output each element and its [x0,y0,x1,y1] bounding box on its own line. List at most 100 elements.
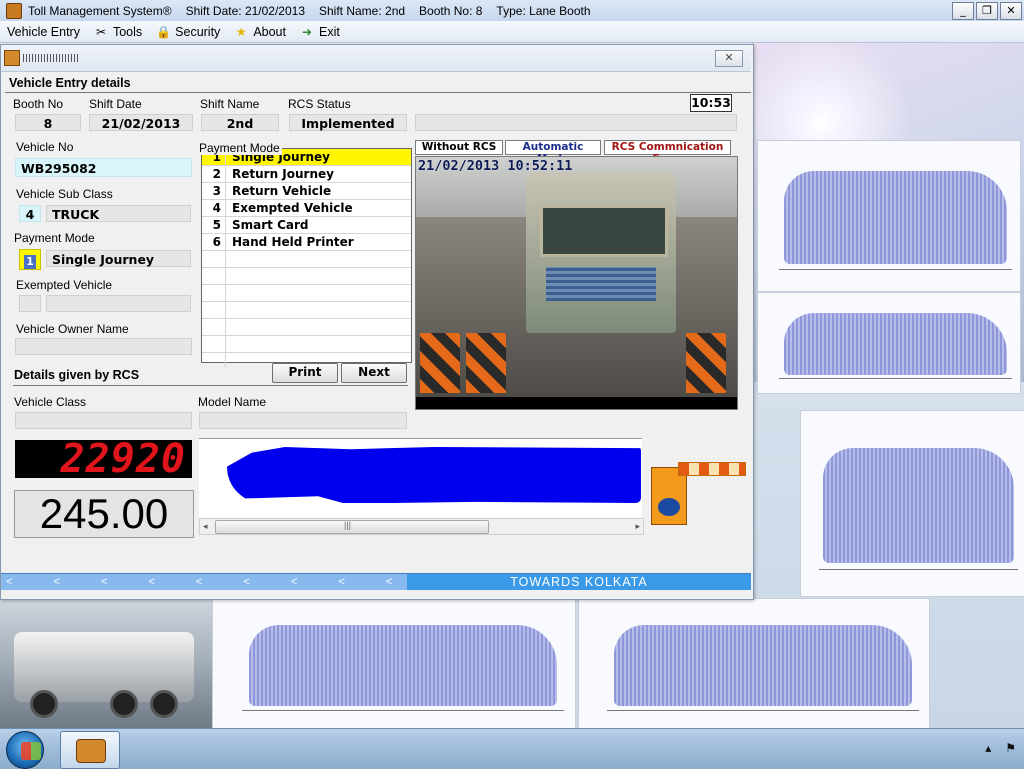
tray-chevron-icon[interactable]: ▴ [985,741,991,755]
without-rcs-tag: Without RCS [415,140,503,155]
clock: 10:53 [690,94,732,112]
wallpaper-chart [800,410,1024,597]
wallpaper-chart [757,140,1021,292]
menu-tools[interactable]: ✂ Tools [87,21,149,42]
next-button[interactable]: Next [341,363,407,383]
print-button[interactable]: Print [272,363,338,383]
list-item[interactable]: 3 Return Vehicle [202,183,411,200]
payment-code-badge: 1 [19,249,41,270]
rcs-status-label: RCS Status [288,97,351,111]
scroll-right-arrow[interactable]: ▸ [635,519,640,533]
direction-arrows: < < < < < < < < < < < < < < < [1,574,407,590]
barrier-arm-icon [678,462,746,476]
menu-vehicle-entry[interactable]: Vehicle Entry [0,21,87,42]
wallpaper-chart [212,598,576,730]
barrier-logo-icon [658,498,680,516]
menu-about[interactable]: ★ About [227,21,293,42]
menu-exit[interactable]: ➜ Exit [293,21,347,42]
vehicle-sub-class-label: Vehicle Sub Class [16,187,113,201]
vehicle-no-label: Vehicle No [16,140,74,154]
lock-icon: 🔒 [156,24,172,39]
list-item-empty [202,285,411,302]
exempted-code [19,295,41,312]
child-close-button[interactable]: ✕ [715,50,743,67]
child-title-bar: ✕ [1,45,751,72]
automatic-mode-tag: Automatic Mode [505,140,601,165]
direction-text: TOWARDS KOLKATA [407,574,751,590]
rcs-error-tag: RCS Commnication Error [604,140,731,165]
divider [13,385,408,386]
app-title-bar: Toll Management System® Shift Date: 21/0… [0,0,1024,22]
vehicle-owner-label: Vehicle Owner Name [16,322,129,336]
shift-name-label: Shift Name [200,97,260,111]
payment-mode-list: 1 Single Journey 2 Return Journey 3 Return … [201,148,412,369]
payment-mode-label: Payment Mode [14,231,95,245]
booth-no-value: 8 [15,114,81,131]
flag-icon[interactable]: ⚑ [1005,741,1016,755]
rcs-status-value: Implemented [289,114,407,131]
title-shift-name: Shift Name: 2nd [319,3,406,18]
list-item-empty [202,251,411,268]
menu-security[interactable]: 🔒 Security [149,21,227,42]
start-button[interactable] [6,731,44,769]
list-item-empty [202,268,411,285]
model-name-label: Model Name [198,395,267,409]
tools-icon: ✂ [95,24,106,39]
sub-class-value: TRUCK [46,205,191,222]
list-item-empty [202,319,411,336]
app-truck-icon [6,2,22,19]
taskbar-app-button[interactable] [60,731,120,769]
vehicle-owner-input[interactable] [15,338,192,355]
system-tray: ▴ ⚑ [985,741,1016,755]
shift-date-value: 21/02/2013 [89,114,193,131]
window-title-bars [23,54,79,62]
exempted-value [46,295,191,312]
rcs-message-field [415,114,737,131]
rcs-details-heading: Details given by RCS [14,368,140,382]
payment-mode-legend: Payment Mode [199,141,282,155]
vehicle-no-input[interactable]: WB295082 [15,158,192,177]
vehicle-class-field [15,412,192,429]
payment-mode-value: Single Journey [46,250,191,267]
title-type: Type: Lane Booth [496,3,591,18]
vehicle-profile-shape [227,447,641,503]
list-item[interactable]: 4 Exempted Vehicle [202,200,411,217]
wallpaper-chart [578,598,930,730]
lane-camera-image: 21/02/2013 10:52:11 [415,156,738,410]
vehicle-entry-window: ✕ Vehicle Entry details Booth No 8 Shift… [0,44,754,600]
scroll-left-arrow[interactable]: ◂ [203,519,208,533]
shift-date-label: Shift Date [89,97,142,111]
taskbar: ▴ ⚑ [0,728,1024,769]
menu-bar: Vehicle Entry ✂ Tools 🔒 Security ★ About ➜ E… [0,21,1024,43]
app-title: Toll Management System® [28,3,172,18]
exit-arrow-icon: ➜ [301,24,313,39]
list-item[interactable]: 5 Smart Card [202,217,411,234]
restore-button[interactable]: ❐ [976,2,998,20]
close-button[interactable]: ✕ [1000,2,1022,20]
direction-bar: < < < < < < < < < < < < < < < TOWARDS KO… [1,573,751,590]
model-name-field [199,412,407,429]
truck-app-icon [76,739,106,763]
title-booth-no: Booth No: 8 [419,3,483,18]
windows-logo-icon [21,742,41,760]
horizontal-scrollbar[interactable]: ◂ ||| ▸ [199,518,644,535]
wallpaper-chart [757,292,1021,394]
exempted-vehicle-label: Exempted Vehicle [16,278,113,292]
section-title: Vehicle Entry details [5,75,751,93]
booth-no-label: Booth No [13,97,64,111]
scroll-thumb[interactable]: ||| [215,520,489,534]
star-icon: ★ [235,24,247,39]
list-item-empty [202,336,411,353]
vehicle-class-label: Vehicle Class [14,395,87,409]
list-item[interactable]: 6 Hand Held Printer [202,234,411,251]
window-app-icon [4,50,20,66]
title-shift-date: Shift Date: 21/02/2013 [185,3,305,18]
toll-amount-display: 245.00 [14,490,194,538]
camera-timestamp: 21/02/2013 10:52:11 [418,158,573,174]
minimize-button[interactable]: _ [952,2,974,20]
list-item[interactable]: 2 Return Journey [202,166,411,183]
vehicle-counter-display: 22920 [15,439,192,479]
sub-class-code: 4 [19,205,41,222]
list-item-empty [202,302,411,319]
shift-name-value: 2nd [201,114,279,131]
